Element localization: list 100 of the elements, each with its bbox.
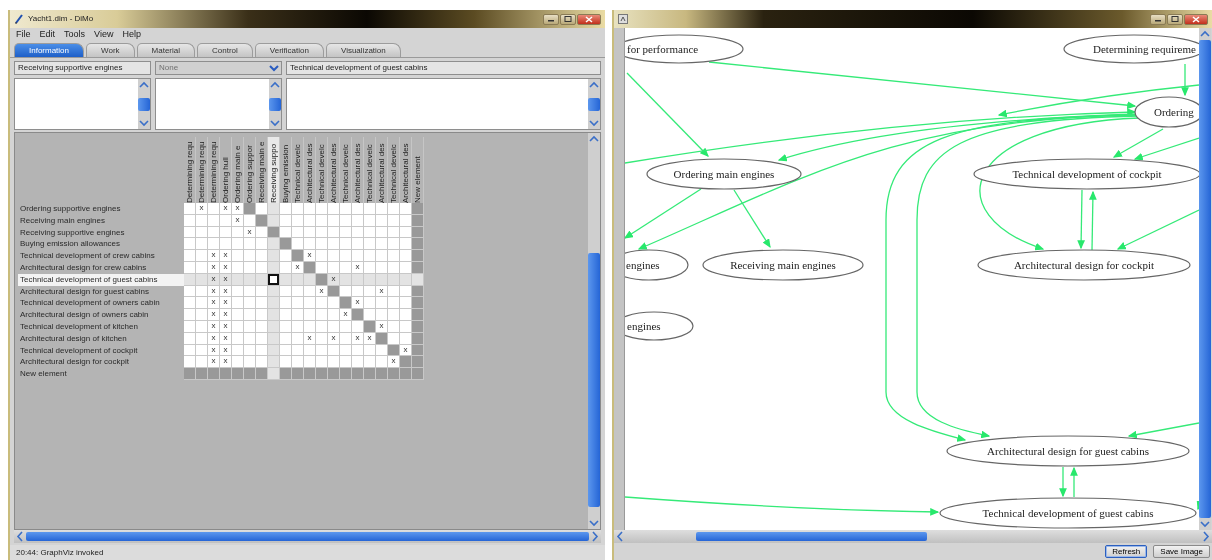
matrix-cell[interactable] bbox=[340, 368, 352, 380]
matrix-cell[interactable] bbox=[328, 203, 340, 215]
matrix-cell[interactable] bbox=[316, 368, 328, 380]
menu-item[interactable]: File bbox=[16, 28, 31, 42]
vertical-scrollbar[interactable] bbox=[588, 79, 600, 129]
matrix-cell[interactable] bbox=[316, 250, 328, 262]
menu-item[interactable]: Help bbox=[122, 28, 141, 42]
matrix-cell[interactable] bbox=[340, 297, 352, 310]
matrix-cell[interactable] bbox=[244, 203, 256, 215]
matrix-cell[interactable] bbox=[268, 250, 280, 262]
matrix-cell[interactable] bbox=[328, 238, 340, 251]
action-button[interactable]: Save Image bbox=[1153, 545, 1210, 558]
matrix-cell[interactable] bbox=[268, 203, 280, 215]
text-area[interactable] bbox=[286, 78, 601, 130]
matrix-cell[interactable] bbox=[232, 368, 244, 380]
matrix-cell[interactable] bbox=[304, 297, 316, 310]
matrix-cell[interactable] bbox=[364, 368, 376, 380]
matrix-cell[interactable] bbox=[376, 203, 388, 215]
matrix-cell[interactable] bbox=[256, 250, 268, 262]
matrix-cell[interactable] bbox=[232, 309, 244, 321]
horizontal-scrollbar[interactable] bbox=[614, 530, 1212, 543]
tab[interactable]: Visualization bbox=[325, 43, 401, 57]
matrix-cell[interactable] bbox=[340, 238, 352, 251]
close-button[interactable] bbox=[1184, 13, 1208, 25]
graph-node[interactable]: Architectural design for guest cabins bbox=[946, 435, 1190, 467]
matrix-cell[interactable] bbox=[412, 238, 424, 251]
row-label[interactable]: New element bbox=[18, 368, 184, 380]
matrix-cell[interactable]: x bbox=[220, 356, 232, 369]
matrix-cell[interactable] bbox=[316, 203, 328, 215]
matrix-cell[interactable] bbox=[304, 356, 316, 369]
matrix-cell[interactable] bbox=[400, 297, 412, 310]
tab[interactable]: Control bbox=[197, 43, 253, 57]
matrix-cell[interactable] bbox=[220, 368, 232, 380]
matrix-cell[interactable] bbox=[376, 238, 388, 251]
matrix-cell[interactable] bbox=[184, 309, 196, 321]
matrix-cell[interactable]: x bbox=[340, 309, 352, 321]
matrix-cell[interactable] bbox=[328, 297, 340, 310]
matrix-cell[interactable]: x bbox=[220, 250, 232, 262]
matrix-cell[interactable]: x bbox=[388, 356, 400, 369]
graph-node[interactable]: Ordering main engines bbox=[646, 158, 802, 190]
vertical-scrollbar[interactable] bbox=[269, 79, 281, 129]
matrix-cell[interactable] bbox=[256, 297, 268, 310]
matrix-cell[interactable] bbox=[268, 238, 280, 251]
menu-item[interactable]: Tools bbox=[64, 28, 86, 42]
minimize-button[interactable] bbox=[1150, 13, 1166, 25]
matrix-cell[interactable] bbox=[292, 356, 304, 369]
matrix-cell[interactable]: x bbox=[220, 203, 232, 215]
matrix-cell[interactable] bbox=[340, 250, 352, 262]
graph-node[interactable]: engines bbox=[625, 311, 694, 341]
row-label[interactable]: Technical development of owners cabin bbox=[18, 297, 184, 310]
matrix-cell[interactable] bbox=[352, 368, 364, 380]
matrix-cell[interactable] bbox=[280, 368, 292, 380]
matrix-cell[interactable] bbox=[292, 368, 304, 380]
matrix-cell[interactable] bbox=[352, 238, 364, 251]
matrix-cell[interactable] bbox=[232, 297, 244, 310]
matrix-cell[interactable] bbox=[256, 356, 268, 369]
matrix-cell[interactable] bbox=[208, 203, 220, 215]
matrix-cell[interactable] bbox=[196, 238, 208, 251]
graph-node[interactable]: engines bbox=[625, 249, 689, 281]
matrix-cell[interactable] bbox=[364, 297, 376, 310]
matrix-cell[interactable] bbox=[268, 356, 280, 369]
scrollbar-thumb[interactable] bbox=[588, 252, 600, 508]
matrix-cell[interactable] bbox=[316, 309, 328, 321]
matrix-cell[interactable] bbox=[376, 250, 388, 262]
matrix-cell[interactable] bbox=[184, 297, 196, 310]
graph-node[interactable]: Technical development of cockpit bbox=[973, 158, 1199, 190]
matrix-cell[interactable] bbox=[352, 356, 364, 369]
matrix-cell[interactable] bbox=[412, 356, 424, 369]
matrix-cell[interactable] bbox=[268, 297, 280, 310]
row-label[interactable]: Receiving supportive engines bbox=[18, 226, 184, 239]
matrix-cell[interactable] bbox=[400, 250, 412, 262]
matrix-cell[interactable] bbox=[400, 356, 412, 369]
maximize-button[interactable] bbox=[1167, 13, 1183, 25]
matrix-cell[interactable] bbox=[412, 203, 424, 215]
matrix-cell[interactable] bbox=[184, 238, 196, 251]
matrix-cell[interactable] bbox=[280, 250, 292, 262]
matrix-cell[interactable] bbox=[412, 309, 424, 321]
matrix-cell[interactable] bbox=[388, 309, 400, 321]
matrix-cell[interactable]: x bbox=[208, 309, 220, 321]
matrix-cell[interactable] bbox=[352, 309, 364, 321]
matrix-cell[interactable] bbox=[184, 368, 196, 380]
matrix-cell[interactable] bbox=[388, 203, 400, 215]
row-label[interactable]: Buying emission allowances bbox=[18, 238, 184, 251]
action-button[interactable]: Refresh bbox=[1105, 545, 1148, 558]
matrix-cell[interactable] bbox=[292, 309, 304, 321]
matrix-cell[interactable] bbox=[232, 238, 244, 251]
matrix-cell[interactable] bbox=[364, 238, 376, 251]
matrix-cell[interactable] bbox=[196, 368, 208, 380]
matrix-cell[interactable] bbox=[244, 238, 256, 251]
matrix-cell[interactable]: x bbox=[208, 297, 220, 310]
matrix-cell[interactable] bbox=[280, 203, 292, 215]
matrix-cell[interactable]: x bbox=[220, 309, 232, 321]
matrix-cell[interactable] bbox=[244, 309, 256, 321]
matrix-cell[interactable] bbox=[196, 297, 208, 310]
matrix-cell[interactable] bbox=[400, 309, 412, 321]
matrix-cell[interactable] bbox=[268, 309, 280, 321]
matrix-cell[interactable] bbox=[292, 238, 304, 251]
row-label[interactable]: Technical development of cockpit bbox=[18, 344, 184, 357]
scrollbar-thumb[interactable] bbox=[269, 97, 281, 111]
matrix-cell[interactable] bbox=[232, 250, 244, 262]
